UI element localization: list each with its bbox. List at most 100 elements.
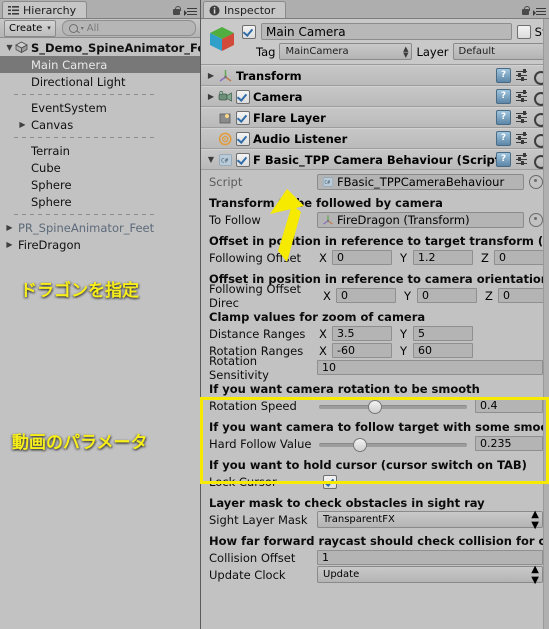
chevron-right-icon[interactable]: ▶ xyxy=(4,240,15,249)
vector-z-input[interactable]: 0 xyxy=(494,250,549,265)
vector-y-input[interactable]: 60 xyxy=(413,343,473,358)
tag-dropdown[interactable]: MainCamera ▲ ▼ xyxy=(279,43,413,60)
hierarchy-item-label: FireDragon xyxy=(18,237,81,252)
help-icon[interactable]: ? xyxy=(496,131,511,146)
component-row-camera[interactable]: ▶ Camera ?▾ xyxy=(201,86,549,107)
hierarchy-item-terrain[interactable]: ·Terrain xyxy=(0,142,200,159)
chevron-right-icon[interactable]: ▶ xyxy=(4,223,15,232)
vector-x-input[interactable]: -60 xyxy=(332,343,392,358)
transform-icon xyxy=(218,69,233,83)
component-enabled-checkbox[interactable] xyxy=(236,131,250,146)
search-icon xyxy=(68,23,78,33)
component-row-flare-layer[interactable]: Flare Layer ?▾ xyxy=(201,107,549,128)
hierarchy-item-main-camera[interactable]: ·Main Camera xyxy=(0,56,200,73)
slider-track[interactable] xyxy=(319,437,467,452)
hierarchy-item-label: Sphere xyxy=(31,177,72,192)
preset-icon[interactable] xyxy=(516,69,528,82)
hierarchy-item-cube[interactable]: ·Cube xyxy=(0,159,200,176)
hierarchy-item-eventsystem[interactable]: ·EventSystem xyxy=(0,99,200,116)
hamburger-menu-icon[interactable] xyxy=(184,7,197,16)
object-picker-icon[interactable] xyxy=(529,212,543,227)
chevron-right-icon[interactable]: ▶ xyxy=(205,71,217,80)
help-icon[interactable]: ? xyxy=(496,110,511,125)
chevron-down-icon[interactable]: ▼ xyxy=(4,43,15,52)
property-label: Following Offset Direc xyxy=(209,281,302,310)
hierarchy-item-sphere[interactable]: ·Sphere xyxy=(0,176,200,193)
hierarchy-item-label: Terrain xyxy=(31,143,70,158)
hierarchy-search-input[interactable]: ▾ All xyxy=(61,20,196,36)
lock-icon[interactable] xyxy=(172,6,181,16)
gameobject-enabled-checkbox[interactable] xyxy=(242,24,256,39)
preset-icon[interactable] xyxy=(516,153,528,166)
slider-handle[interactable] xyxy=(353,437,368,452)
flare-layer-icon xyxy=(218,111,233,125)
slider-handle[interactable] xyxy=(367,399,382,414)
vector-y-input[interactable]: 5 xyxy=(413,326,473,341)
component-enabled-checkbox[interactable] xyxy=(236,110,250,125)
vector-y-input[interactable]: 1.2 xyxy=(413,250,473,265)
component-row-audio-listener[interactable]: Audio Listener ?▾ xyxy=(201,128,549,149)
axis-y-label: Y xyxy=(400,250,408,265)
hierarchy-tree[interactable]: ▼S_Demo_SpineAnimator_Feet·Main Camera·D… xyxy=(0,38,200,629)
property-checkbox[interactable] xyxy=(323,474,337,489)
object-field[interactable]: FireDragon (Transform) xyxy=(317,211,524,228)
hierarchy-item-directional-light[interactable]: ·Directional Light xyxy=(0,73,200,90)
component-enabled-checkbox[interactable] xyxy=(236,89,250,104)
unity-editor-window: Hierarchy Create ▾ ▾ All ▼ S_Demo_SpineAn… xyxy=(0,0,549,629)
chevron-right-icon[interactable]: ▶ xyxy=(205,92,217,101)
axis-x-label: X xyxy=(319,343,327,358)
script-object-field[interactable]: C# FBasic_TPPCameraBehaviour xyxy=(317,173,524,190)
section-header: If you want camera rotation to be smooth xyxy=(209,382,480,396)
hierarchy-item-canvas[interactable]: ▶ Canvas xyxy=(0,116,200,133)
axis-z-label: Z xyxy=(481,250,489,265)
tree-spacer: · xyxy=(17,163,28,172)
slider-value-input[interactable]: 0.235 xyxy=(475,436,543,451)
help-icon[interactable]: ? xyxy=(496,152,511,167)
preset-icon[interactable] xyxy=(516,132,528,145)
number-input[interactable]: 10 xyxy=(317,360,543,375)
vector-x-input[interactable]: 0 xyxy=(336,288,396,303)
script-label: Script xyxy=(209,174,243,189)
slider-value-input[interactable]: 0.4 xyxy=(475,398,543,413)
hierarchy-toolbar: Create ▾ ▾ All xyxy=(0,19,200,38)
vector-x-input[interactable]: 3.5 xyxy=(332,326,392,341)
hierarchy-item-s-demo-spineanimator-feet[interactable]: ▼ S_Demo_SpineAnimator_Feet xyxy=(0,39,200,56)
help-icon[interactable]: ? xyxy=(496,68,511,83)
tab-hierarchy[interactable]: Hierarchy xyxy=(2,1,88,18)
vector-z-input[interactable]: 0 xyxy=(498,288,549,303)
property-dropdown[interactable]: TransparentFX ▲ ▼ xyxy=(317,509,543,531)
inspector-scrollbar[interactable] xyxy=(543,19,549,629)
gameobject-name-input[interactable]: Main Camera xyxy=(261,23,512,40)
component-list: ▶Transform?▾▶Camera?▾Flare Layer?▾Audio … xyxy=(201,65,549,170)
static-checkbox[interactable] xyxy=(516,24,531,39)
chevron-right-icon[interactable]: ▶ xyxy=(17,120,28,129)
preset-icon[interactable] xyxy=(516,90,528,103)
section-header: If you want to hold cursor (cursor switc… xyxy=(209,458,527,472)
object-picker-icon[interactable] xyxy=(529,174,543,189)
property-label: Sight Layer Mask xyxy=(209,512,308,527)
component-row-f-basic-tpp-camera-behaviour-script-[interactable]: ▼ C# F Basic_TPP Camera Behaviour (Script)… xyxy=(201,149,549,170)
create-button[interactable]: Create ▾ xyxy=(4,19,56,37)
section-header: Layer mask to check obstacles in sight r… xyxy=(209,496,485,510)
lock-icon[interactable] xyxy=(521,6,530,16)
section-header: Clamp values for zoom of camera xyxy=(209,310,426,324)
property-dropdown[interactable]: Update ▲ ▼ xyxy=(317,564,543,586)
slider-track[interactable] xyxy=(319,399,467,414)
preset-icon[interactable] xyxy=(516,111,528,124)
help-icon[interactable]: ? xyxy=(496,89,511,104)
hamburger-menu-icon[interactable] xyxy=(533,7,546,16)
component-row-actions: ?▾ xyxy=(496,152,548,169)
component-enabled-checkbox[interactable] xyxy=(236,152,250,167)
hierarchy-item-pr-spineanimator-feet[interactable]: ▶ PR_SpineAnimator_Feet xyxy=(0,219,200,236)
axis-y-label: Y xyxy=(400,326,408,341)
chevron-down-icon[interactable]: ▼ xyxy=(205,155,217,164)
hierarchy-item-firedragon[interactable]: ▶ FireDragon xyxy=(0,236,200,253)
vector-x-input[interactable]: 0 xyxy=(332,250,392,265)
tab-inspector[interactable]: Inspector xyxy=(203,1,287,18)
component-row-transform[interactable]: ▶ Transform ?▾ xyxy=(201,65,549,86)
gameobject-header: Main Camera Static ▾ Tag MainCamera ▲▼ xyxy=(201,19,549,65)
vector-y-input[interactable]: 0 xyxy=(417,288,477,303)
layer-dropdown[interactable]: Default ▲▼ xyxy=(452,43,549,60)
hierarchy-item-sphere[interactable]: ·Sphere xyxy=(0,193,200,210)
number-input[interactable]: 1 xyxy=(317,550,543,565)
